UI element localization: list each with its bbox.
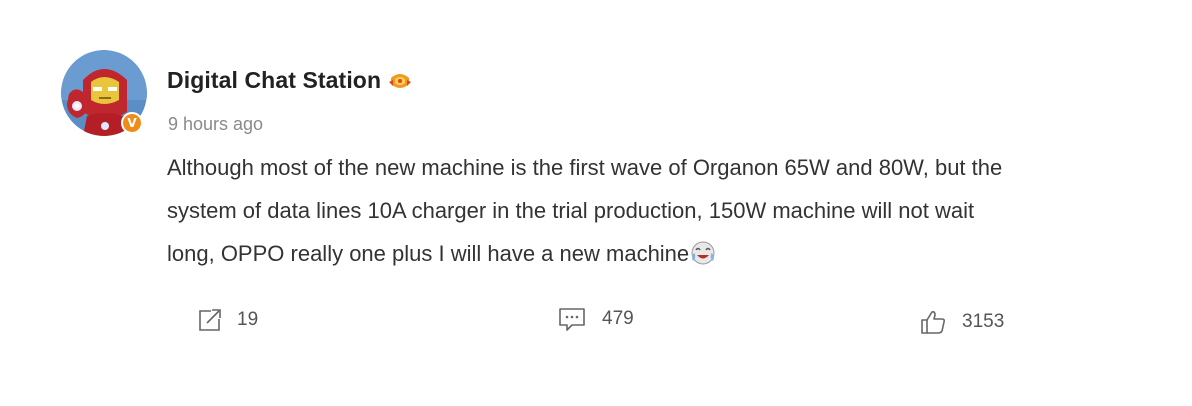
- repost-count: 19: [237, 309, 259, 330]
- verified-badge: V: [121, 112, 143, 134]
- like-button[interactable]: 3153: [918, 307, 1004, 337]
- comment-icon: [559, 308, 585, 331]
- laughing-crying-emoji-icon: [691, 241, 715, 265]
- post-text-line: long, OPPO really one plus I will have a…: [167, 232, 1157, 275]
- avatar[interactable]: V: [61, 50, 147, 136]
- like-count: 3153: [962, 311, 1005, 332]
- post-text-line: Although most of the new machine is the …: [167, 155, 1003, 180]
- post-text-line-content: long, OPPO really one plus I will have a…: [167, 241, 690, 266]
- weibo-post: V Digital Chat Station 9 hours ago Altho…: [0, 0, 1192, 406]
- repost-icon: [199, 309, 221, 331]
- comment-button[interactable]: 479: [556, 305, 634, 333]
- comment-count: 479: [602, 308, 634, 329]
- repost-button[interactable]: 19: [195, 306, 258, 334]
- post-text: Although most of the new machine is the …: [167, 146, 1157, 275]
- thumbs-up-icon: [921, 311, 946, 334]
- author-row: Digital Chat Station: [167, 67, 413, 94]
- post-text-line: system of data lines 10A charger in the …: [167, 198, 975, 223]
- post-time: 9 hours ago: [168, 114, 264, 134]
- author-name[interactable]: Digital Chat Station: [167, 67, 381, 94]
- fan-badge-icon[interactable]: [387, 70, 413, 92]
